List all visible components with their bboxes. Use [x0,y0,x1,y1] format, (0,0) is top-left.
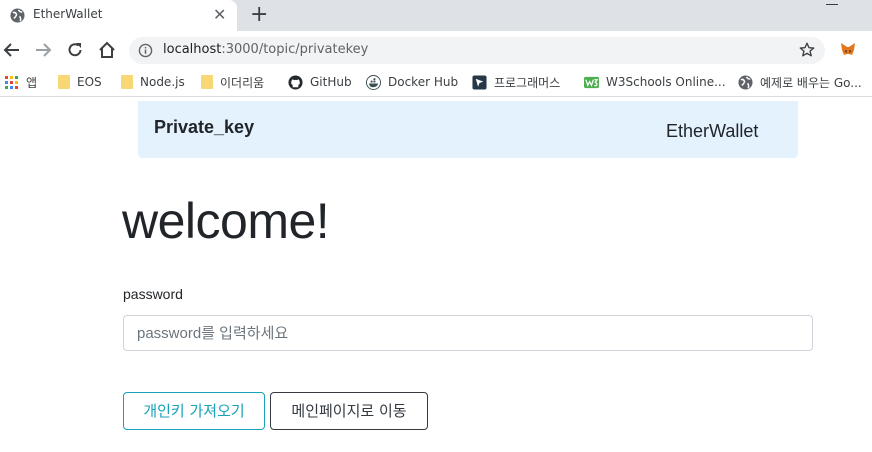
bookmark-apps[interactable]: 앱 [4,73,37,91]
bookmark-label: W3Schools Online... [606,75,726,89]
programmers-icon [472,74,487,90]
folder-icon [58,75,70,89]
close-tab-icon[interactable]: ✕ [213,6,226,24]
bookmark-label: EOS [77,75,102,89]
bookmark-label: 이더리움 [220,75,265,90]
bookmark-docker-hub[interactable]: Docker Hub [366,73,458,91]
folder-icon [201,75,213,89]
bookmarks-bar: 앱 EOS Node.js 이더리움 GitHub Docker Hub 프로그… [0,68,872,97]
bookmark-label: GitHub [310,75,352,89]
url-text[interactable]: localhost:3000/topic/privatekey [163,42,368,57]
navbar-brand[interactable]: Private_key [154,117,254,138]
url-host: localhost [163,42,222,57]
info-icon[interactable] [138,43,153,58]
tab-strip: EtherWallet ✕ + [0,0,872,31]
bookmark-github[interactable]: GitHub [288,73,352,91]
bookmark-star-icon[interactable] [798,41,816,59]
bookmark-label: Docker Hub [388,75,459,89]
password-label: password [123,286,183,302]
home-icon[interactable] [97,40,117,60]
apps-grid-icon [5,75,18,89]
metamask-extension-icon[interactable] [840,41,856,57]
password-input[interactable] [123,315,813,351]
w3schools-icon [584,76,599,88]
browser-tab[interactable]: EtherWallet ✕ [0,0,237,31]
bookmark-label: Node.js [140,75,185,89]
github-icon [288,74,303,90]
tab-title: EtherWallet [33,7,103,21]
go-to-main-page-button[interactable]: 메인페이지로 이동 [270,392,428,430]
globe-icon [10,8,25,23]
new-tab-button[interactable]: + [250,3,268,27]
bookmark-go-by-example[interactable]: 예제로 배우는 Go... [738,73,862,91]
reload-icon[interactable] [65,40,85,60]
bookmark-label: 예제로 배우는 Go... [760,75,862,90]
folder-icon [121,75,133,89]
fetch-private-key-button[interactable]: 개인키 가져오기 [123,392,265,430]
top-navbar: Private_key EtherWallet [138,101,798,158]
url-path: :3000/topic/privatekey [221,42,369,57]
bookmark-w3schools[interactable]: W3Schools Online... [584,73,726,91]
globe-icon [738,74,753,90]
forward-arrow-icon[interactable] [33,40,53,60]
back-arrow-icon[interactable] [2,40,22,60]
page-title: welcome! [122,193,330,249]
bookmark-label: 앱 [26,75,38,90]
bookmark-folder-nodejs[interactable]: Node.js [121,73,185,91]
bookmark-folder-ethereum[interactable]: 이더리움 [201,73,264,91]
minimize-window-icon[interactable] [826,4,838,5]
address-bar[interactable]: localhost:3000/topic/privatekey [129,37,825,64]
bookmark-programmers[interactable]: 프로그래머스 [472,73,560,91]
bookmark-label: 프로그래머스 [494,75,561,90]
bookmark-folder-eos[interactable]: EOS [58,73,102,91]
navbar-etherwallet-link[interactable]: EtherWallet [666,121,758,142]
docker-icon [366,74,381,90]
